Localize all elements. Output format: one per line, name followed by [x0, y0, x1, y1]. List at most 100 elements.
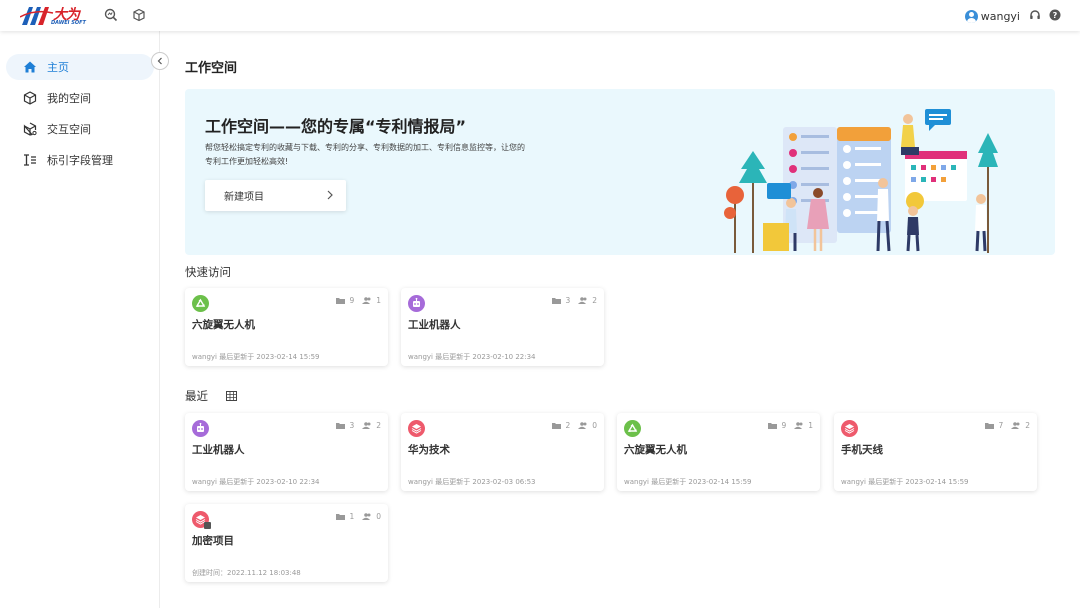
card-counts: 3 2 [336, 421, 381, 430]
card-counts: 7 2 [985, 421, 1030, 430]
sidebar-item-my-space[interactable]: 我的空间 [6, 85, 154, 111]
card-meta: wangyi 最后更新于 2023-02-10 22:34 [192, 478, 320, 486]
users-icon [578, 422, 587, 429]
member-count: 1 [376, 296, 381, 305]
folder-icon [768, 423, 778, 429]
avatar [964, 9, 978, 23]
section-title-recent: 最近 [185, 389, 208, 403]
logo-mark-icon [20, 7, 54, 25]
card-meta: wangyi 最后更新于 2023-02-14 15:59 [624, 478, 752, 486]
recycle-icon [192, 295, 209, 312]
folder-count: 1 [349, 512, 355, 521]
banner-title: 工作空间——您的专属“专利情报局” [205, 117, 467, 136]
users-icon [794, 422, 803, 429]
layers-icon [408, 420, 425, 437]
project-card[interactable]: 9 1 六旋翼无人机 wangyi 最后更新于 2023-02-14 15:59 [617, 413, 820, 491]
member-count: 1 [808, 421, 813, 430]
card-counts: 1 0 [336, 512, 381, 521]
card-counts: 3 2 [552, 296, 597, 305]
project-card[interactable]: 3 2 工业机器人 wangyi 最后更新于 2023-02-10 22:34 [401, 288, 604, 366]
folder-count: 9 [349, 296, 355, 305]
section-title-quick-access: 快速访问 [185, 265, 231, 279]
shared-cube-icon [23, 122, 37, 136]
project-card[interactable]: 1 0 加密项目 创建时间：2022.11.12 18:03:48 [185, 504, 388, 582]
cube-icon [23, 91, 37, 105]
folder-icon [336, 423, 346, 429]
table-view-icon[interactable] [226, 391, 237, 401]
sidebar: 主页 我的空间 交互空间 标引字段管理 [0, 31, 160, 608]
sidebar-item-index-fields[interactable]: 标引字段管理 [6, 147, 154, 173]
banner-illustration [724, 109, 998, 253]
banner-description: 帮您轻松搞定专利的收藏与下载、专利的分享、专利数据的加工、专利信息监控等，让您的… [205, 143, 525, 166]
folder-icon [985, 423, 995, 429]
project-card[interactable]: 7 2 手机天线 wangyi 最后更新于 2023-02-14 15:59 [834, 413, 1037, 491]
new-project-button[interactable]: 新建项目 [205, 180, 346, 211]
user-menu[interactable]: wangyi [964, 8, 1020, 24]
chevron-right-icon [327, 190, 333, 200]
home-icon [24, 61, 36, 73]
main-content: 工作空间 工作空间——您的专属“专利情报局” 帮您轻松搞定专利的收藏与下载、专利… [160, 31, 1080, 608]
users-icon [362, 422, 371, 429]
card-counts: 9 1 [336, 296, 381, 305]
help-icon[interactable]: ? [1049, 9, 1061, 21]
folder-count: 2 [565, 421, 571, 430]
card-title: 六旋翼无人机 [192, 319, 255, 331]
users-icon [578, 297, 587, 304]
member-count: 2 [376, 421, 381, 430]
users-icon [362, 513, 371, 520]
card-meta: wangyi 最后更新于 2023-02-03 06:53 [408, 478, 536, 486]
recycle-icon [624, 420, 641, 437]
folder-count: 3 [349, 421, 355, 430]
folder-icon [552, 423, 562, 429]
search-analysis-icon[interactable] [104, 8, 118, 22]
users-icon [1011, 422, 1020, 429]
card-meta: wangyi 最后更新于 2023-02-10 22:34 [408, 353, 536, 361]
page-title: 工作空间 [185, 61, 238, 76]
card-title: 手机天线 [841, 444, 883, 456]
card-meta: wangyi 最后更新于 2023-02-14 15:59 [192, 353, 320, 361]
card-counts: 2 0 [552, 421, 597, 430]
sidebar-collapse-button[interactable] [151, 52, 169, 70]
card-counts: 9 1 [768, 421, 813, 430]
sidebar-item-label: 标引字段管理 [47, 154, 113, 167]
users-icon [362, 297, 371, 304]
card-meta: 创建时间：2022.11.12 18:03:48 [192, 569, 301, 577]
folder-count: 9 [781, 421, 787, 430]
folder-icon [336, 298, 346, 304]
card-title: 六旋翼无人机 [624, 444, 687, 456]
username: wangyi [980, 9, 1020, 23]
top-bar: 大为 DAWEI SOFT wangyi ? [0, 0, 1080, 31]
card-title: 加密项目 [192, 535, 234, 547]
dawei-logo[interactable]: 大为 DAWEI SOFT [20, 5, 86, 27]
project-card[interactable]: 2 0 华为技术 wangyi 最后更新于 2023-02-03 06:53 [401, 413, 604, 491]
card-title: 华为技术 [408, 444, 450, 456]
svg-text:?: ? [1053, 11, 1058, 20]
member-count: 0 [376, 512, 381, 521]
folder-icon [336, 514, 346, 520]
card-meta: wangyi 最后更新于 2023-02-14 15:59 [841, 478, 969, 486]
sidebar-item-interactive-space[interactable]: 交互空间 [6, 116, 154, 142]
sidebar-item-label: 我的空间 [47, 92, 91, 105]
sidebar-item-home[interactable]: 主页 [6, 54, 154, 80]
sidebar-item-label: 主页 [47, 61, 69, 74]
robot-icon [408, 295, 425, 312]
robot-icon [192, 420, 209, 437]
card-title: 工业机器人 [408, 319, 461, 331]
member-count: 2 [1025, 421, 1030, 430]
folder-icon [552, 298, 562, 304]
lock-icon [204, 522, 211, 529]
headset-icon[interactable] [1029, 9, 1041, 21]
card-title: 工业机器人 [192, 444, 245, 456]
project-card[interactable]: 9 1 六旋翼无人机 wangyi 最后更新于 2023-02-14 15:59 [185, 288, 388, 366]
new-project-label: 新建项目 [224, 192, 264, 203]
member-count: 0 [592, 421, 597, 430]
folder-count: 7 [998, 421, 1004, 430]
logo-subtext: DAWEI SOFT [51, 20, 86, 26]
text-indent-icon [24, 154, 36, 166]
sidebar-item-label: 交互空间 [47, 123, 91, 136]
cube-icon[interactable] [132, 8, 146, 22]
project-card[interactable]: 3 2 工业机器人 wangyi 最后更新于 2023-02-10 22:34 [185, 413, 388, 491]
welcome-banner: 工作空间——您的专属“专利情报局” 帮您轻松搞定专利的收藏与下载、专利的分享、专… [185, 89, 1055, 255]
layers-icon [841, 420, 858, 437]
member-count: 2 [592, 296, 597, 305]
